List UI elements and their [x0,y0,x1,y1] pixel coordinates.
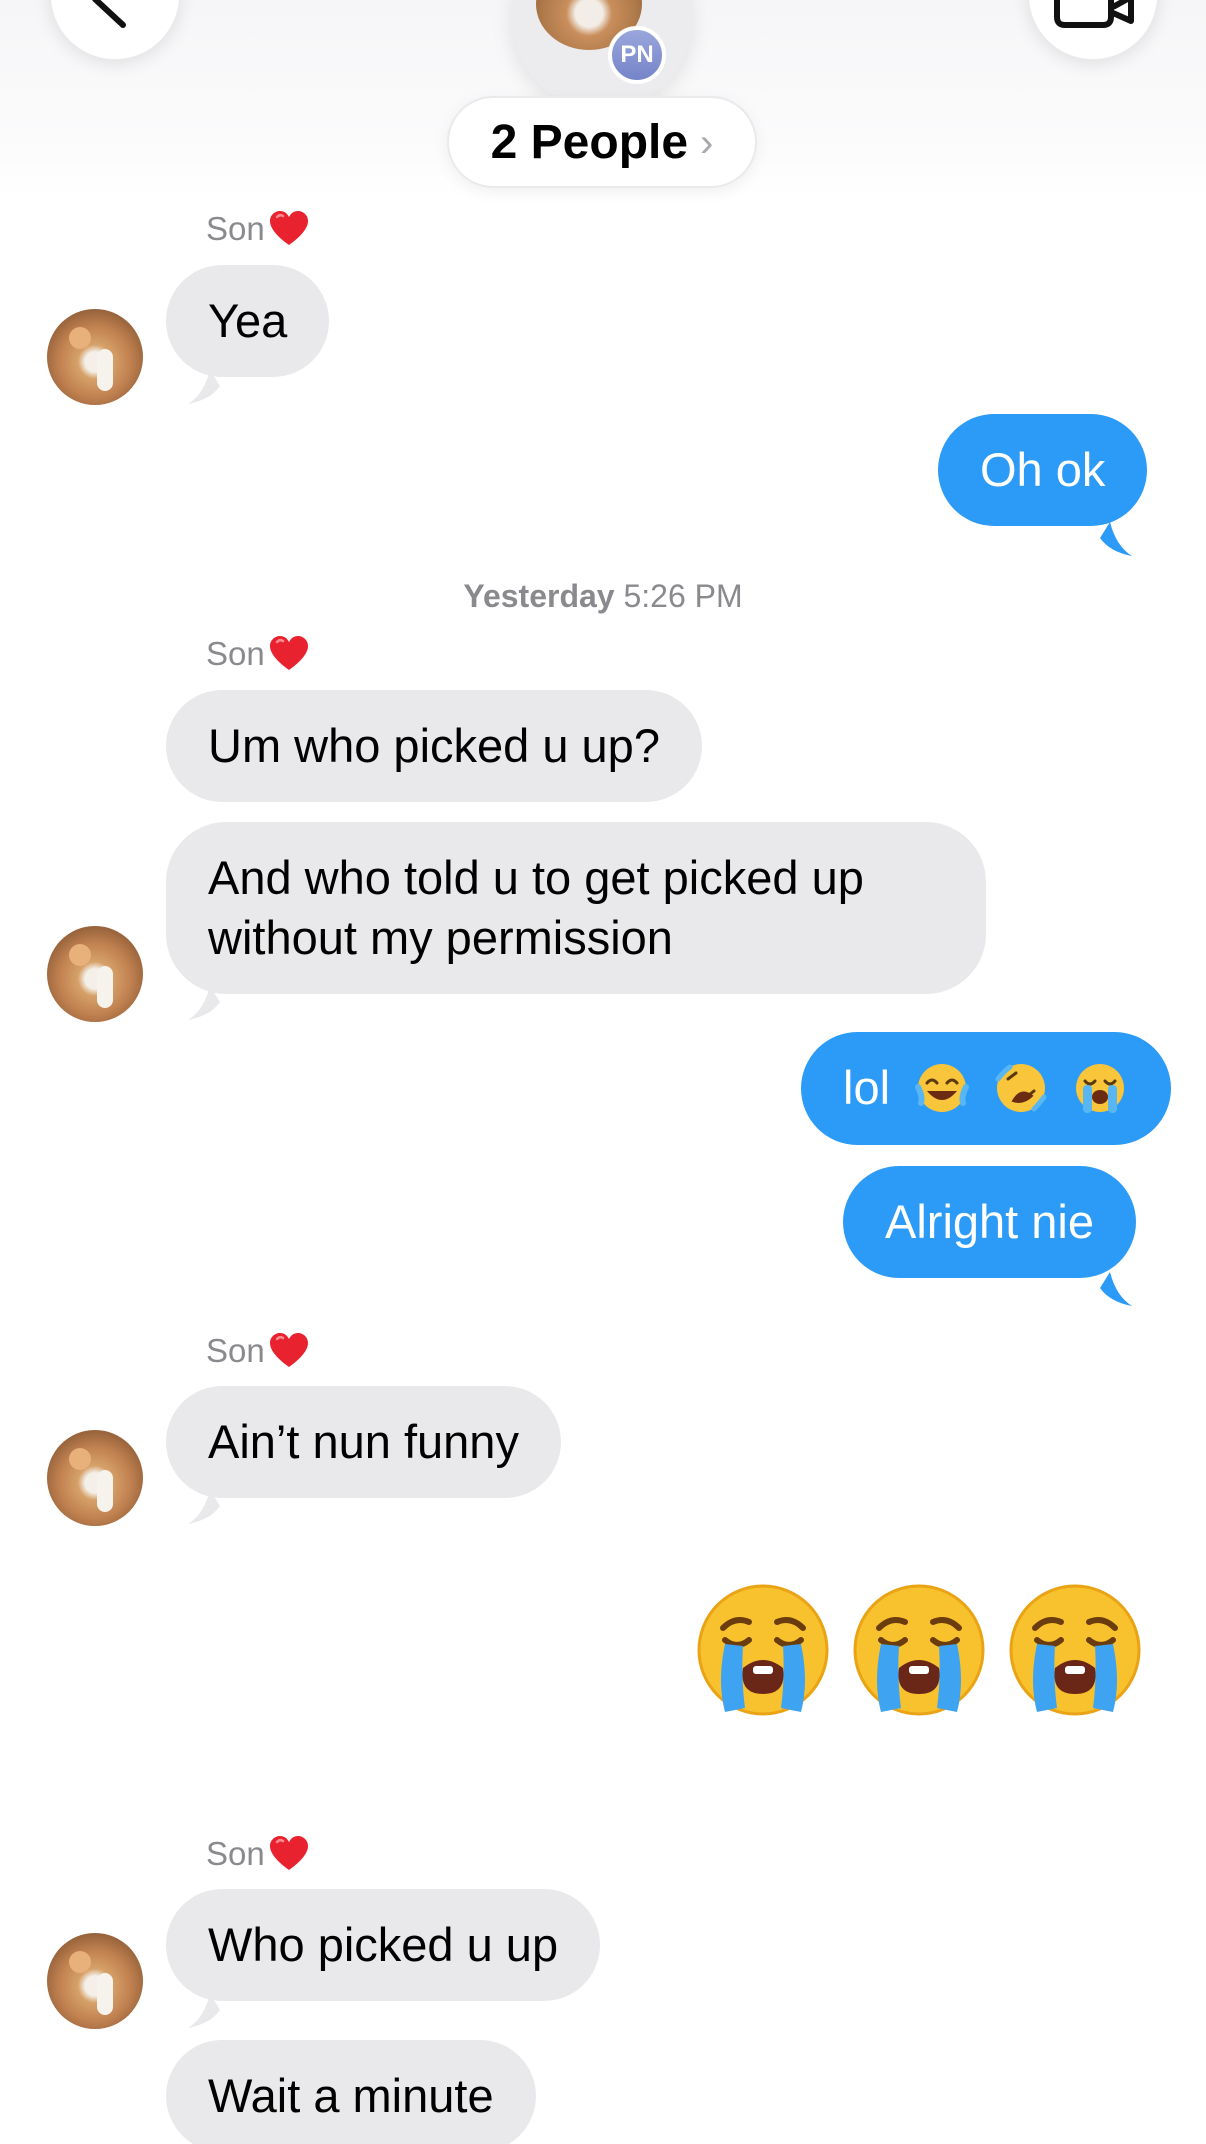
rolling-on-floor-laughing-icon [995,1063,1047,1112]
sender-name: Son [206,210,265,247]
conversation-title: 2 People [490,115,689,169]
message-timestamp: Yesterday 5:26 PM [0,578,1206,615]
loudly-crying-face-icon [697,1584,829,1716]
member-initials-badge: PN [608,26,666,84]
timestamp-time: 5:26 PM [623,578,743,614]
incoming-message[interactable]: Um who picked u up? [166,690,702,802]
incoming-message[interactable]: And who told u to get picked up without … [166,822,986,994]
sender-label: Son [206,1332,309,1370]
loudly-crying-face-icon [1076,1063,1125,1113]
sender-name: Son [206,1835,265,1872]
face-with-tears-of-joy-icon [915,1063,970,1112]
sender-name: Son [206,635,265,672]
outgoing-bubble-tail [1100,1272,1132,1306]
chevron-left-icon [92,0,126,28]
chevron-right-icon: › [700,120,714,165]
loudly-crying-face-icon [853,1584,985,1716]
incoming-bubble-tail [188,370,220,404]
red-heart-icon [269,1333,308,1367]
back-button[interactable] [50,0,180,60]
red-heart-icon [269,1836,308,1870]
contact-avatar[interactable] [47,1933,143,2029]
group-details-button[interactable]: 2 People › [447,96,757,188]
incoming-message[interactable]: Wait a minute [166,2040,536,2144]
loudly-crying-face-icon [1009,1584,1141,1716]
facetime-video-button[interactable] [1028,0,1158,60]
contact-avatar[interactable] [47,926,143,1022]
outgoing-bubble-tail [1100,522,1132,556]
message-text: lol [843,1061,891,1114]
timestamp-day: Yesterday [463,578,615,614]
conversation-header: PN 2 People › [0,0,1206,200]
sender-label: Son [206,210,309,248]
red-heart-icon [269,636,308,670]
incoming-message[interactable]: Ain’t nun funny [166,1386,561,1498]
incoming-message[interactable]: Yea [166,265,330,377]
contact-avatar[interactable] [47,309,143,405]
incoming-bubble-tail [188,1490,220,1524]
incoming-message[interactable]: Who picked u up [166,1889,601,2001]
red-heart-icon [269,211,308,245]
outgoing-message[interactable]: Alright nie [843,1166,1136,1278]
incoming-bubble-tail [188,986,220,1020]
incoming-bubble-tail [188,1994,220,2028]
sender-label: Son [206,1835,309,1873]
outgoing-message[interactable]: Oh ok [938,414,1148,526]
video-camera-icon [1054,0,1134,28]
contact-avatar[interactable] [47,1430,143,1526]
messages-screen: PN 2 People › Son Yea Oh ok Yesterday 5:… [0,0,1206,2144]
outgoing-message[interactable]: lol [801,1032,1172,1145]
outgoing-emoji-message[interactable] [695,1582,1163,1718]
sender-label: Son [206,635,309,673]
sender-name: Son [206,1332,265,1369]
